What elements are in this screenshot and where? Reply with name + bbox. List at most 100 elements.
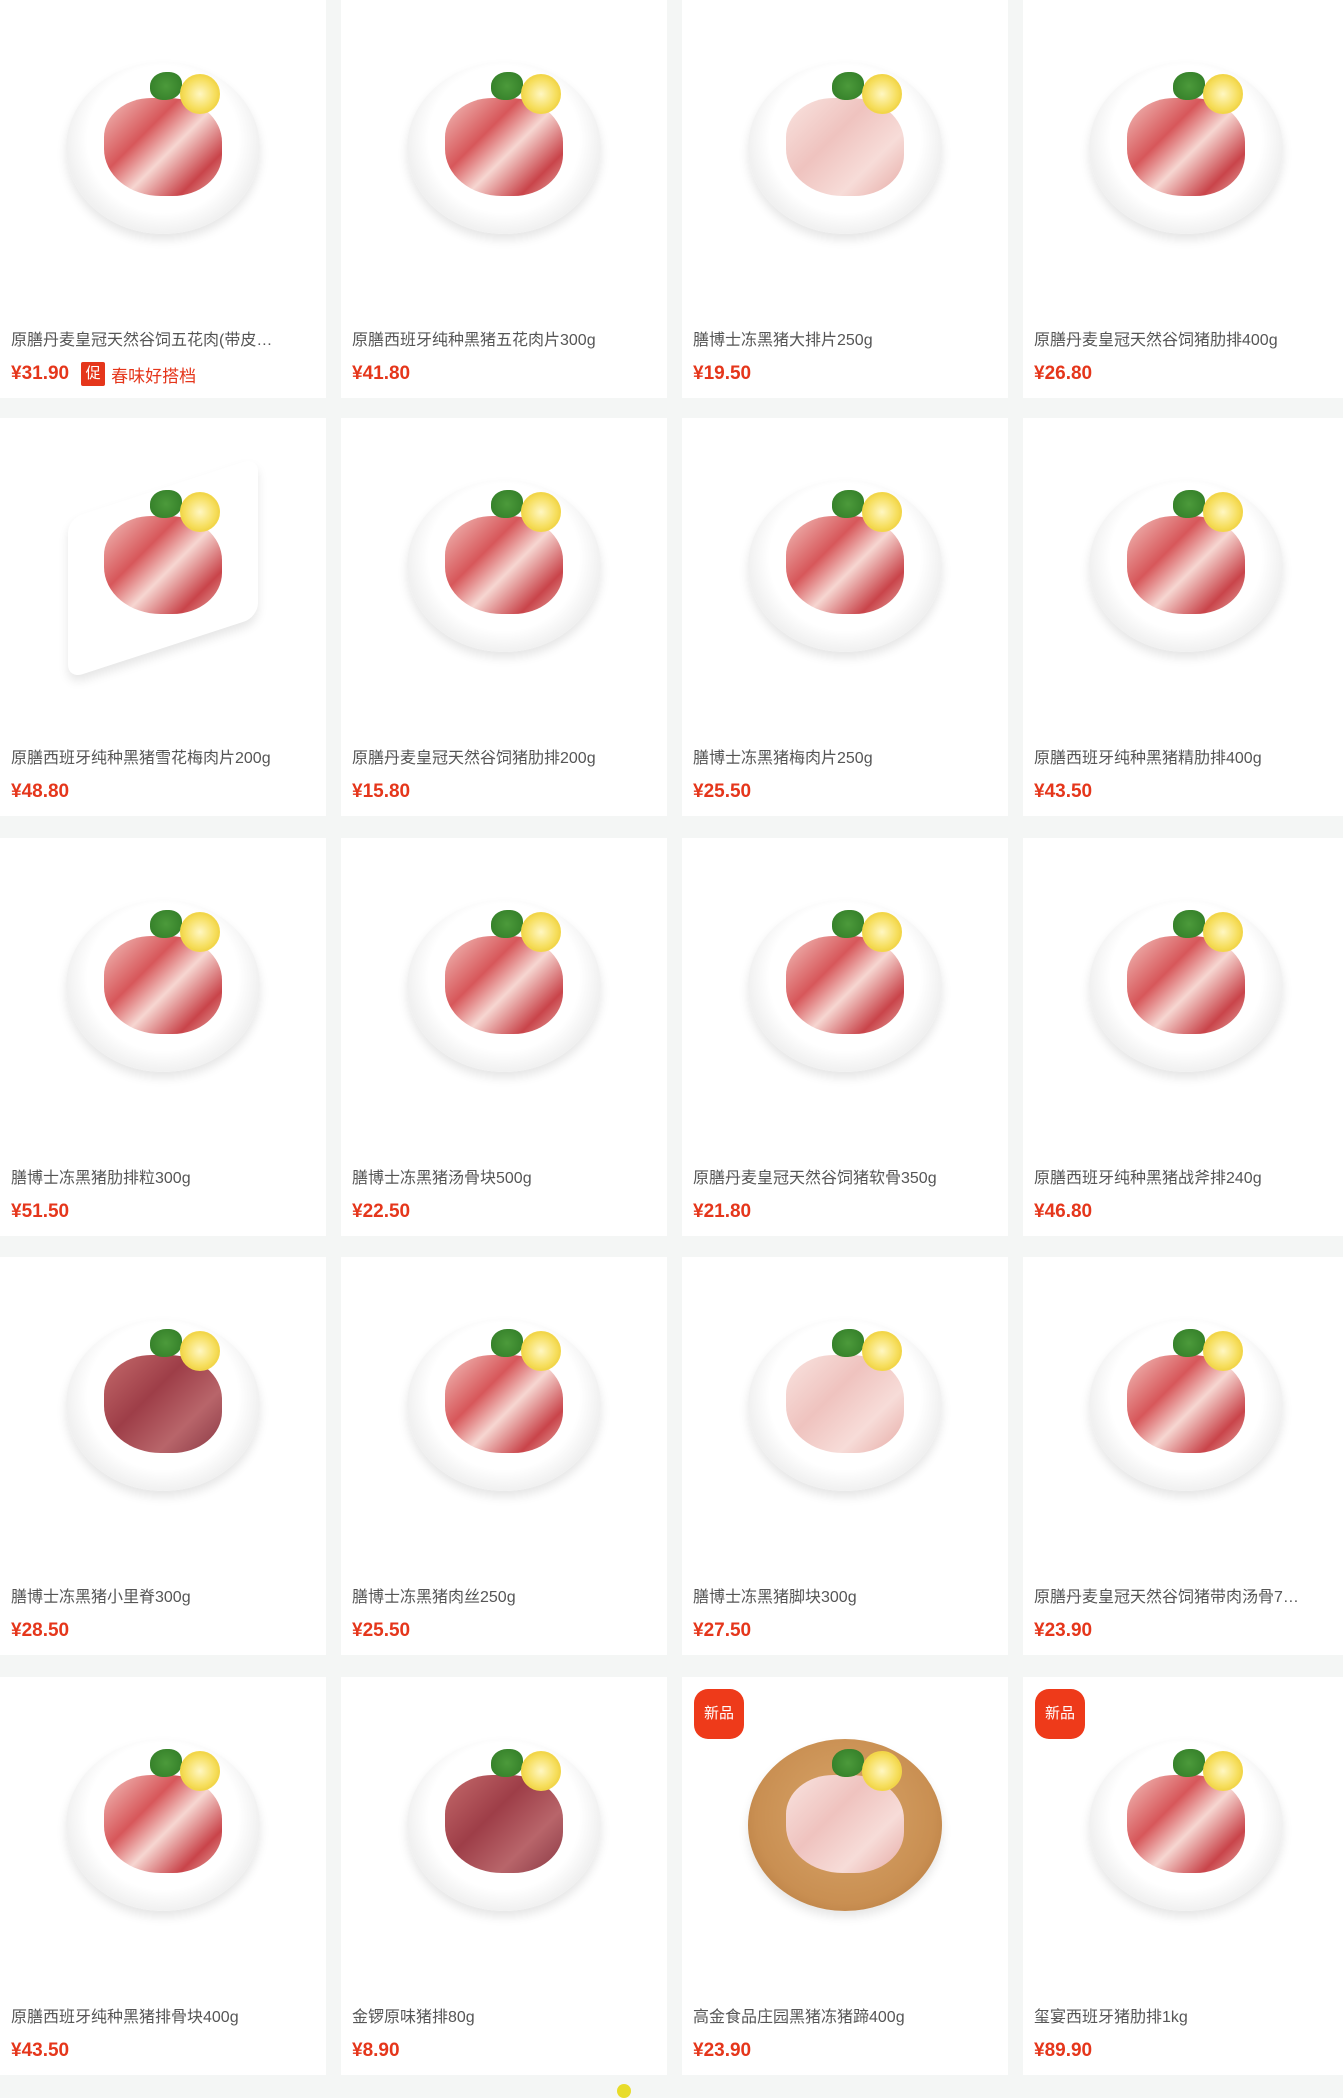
product-card[interactable]: 膳博士冻黑猪脚块300g ¥27.50 [682,1257,1008,1655]
price-row: ¥23.90 [693,2039,751,2063]
product-title[interactable]: 原膳西班牙纯种黑猪排骨块400g [11,2007,317,2029]
product-title[interactable]: 高金食品庄园黑猪冻猪蹄400g [693,2007,999,2029]
product-image[interactable] [682,838,1008,1158]
herb-garnish-icon [150,490,182,518]
product-card[interactable]: 原膳西班牙纯种黑猪精肋排400g ¥43.50 [1023,418,1343,816]
product-title[interactable]: 原膳丹麦皇冠天然谷饲猪肋排400g [1034,330,1340,352]
product-title[interactable]: 原膳西班牙纯种黑猪战斧排240g [1034,1168,1340,1190]
product-card[interactable]: 原膳丹麦皇冠天然谷饲猪带肉汤骨7… ¥23.90 [1023,1257,1343,1655]
lemon-slice-icon [521,1751,561,1791]
product-card[interactable]: 膳博士冻黑猪汤骨块500g ¥22.50 [341,838,667,1236]
product-price: ¥23.90 [693,2040,752,2061]
lemon-slice-icon [521,1331,561,1371]
price-row: ¥31.90 促春味好搭档 [11,362,196,386]
product-card[interactable]: 原膳西班牙纯种黑猪雪花梅肉片200g ¥48.80 [0,418,326,816]
product-title[interactable]: 原膳丹麦皇冠天然谷饲猪带肉汤骨7… [1034,1587,1340,1609]
product-image[interactable] [0,838,326,1158]
product-price: ¥22.50 [352,1201,411,1222]
herb-garnish-icon [1173,490,1205,518]
product-title[interactable]: 原膳西班牙纯种黑猪五花肉片300g [352,330,658,352]
product-card[interactable]: 金锣原味猪排80g ¥8.90 [341,1677,667,2075]
product-card[interactable]: 原膳西班牙纯种黑猪五花肉片300g ¥41.80 [341,0,667,398]
product-title[interactable]: 原膳丹麦皇冠天然谷饲五花肉(带皮… [11,330,317,352]
product-card[interactable]: 膳博士冻黑猪肉丝250g ¥25.50 [341,1257,667,1655]
lemon-slice-icon [180,912,220,952]
product-card[interactable]: 原膳丹麦皇冠天然谷饲五花肉(带皮… ¥31.90 促春味好搭档 [0,0,326,398]
herb-garnish-icon [491,72,523,100]
product-title[interactable]: 膳博士冻黑猪小里脊300g [11,1587,317,1609]
herb-garnish-icon [150,910,182,938]
product-price: ¥21.80 [693,1201,752,1222]
product-image[interactable] [341,1257,667,1577]
product-card[interactable]: 膳博士冻黑猪大排片250g ¥19.50 [682,0,1008,398]
product-card[interactable]: 膳博士冻黑猪小里脊300g ¥28.50 [0,1257,326,1655]
herb-garnish-icon [491,1329,523,1357]
product-title[interactable]: 膳博士冻黑猪汤骨块500g [352,1168,658,1190]
lemon-slice-icon [180,74,220,114]
product-title[interactable]: 原膳丹麦皇冠天然谷饲猪软骨350g [693,1168,999,1190]
product-card[interactable]: 新品高金食品庄园黑猪冻猪蹄400g ¥23.90 [682,1677,1008,2075]
product-title[interactable]: 膳博士冻黑猪肉丝250g [352,1587,658,1609]
product-card[interactable]: 原膳西班牙纯种黑猪排骨块400g ¥43.50 [0,1677,326,2075]
lemon-slice-icon [862,492,902,532]
product-card[interactable]: 原膳丹麦皇冠天然谷饲猪肋排400g ¥26.80 [1023,0,1343,398]
loading-indicator [617,2084,631,2098]
product-price: ¥19.50 [693,363,752,384]
price-row: ¥25.50 [352,1619,410,1643]
product-image[interactable] [341,838,667,1158]
product-price: ¥26.80 [1034,363,1093,384]
promotion[interactable]: 促春味好搭档 [81,362,196,387]
product-image[interactable] [1023,418,1343,738]
product-title[interactable]: 膳博士冻黑猪脚块300g [693,1587,999,1609]
product-title[interactable]: 原膳西班牙纯种黑猪精肋排400g [1034,748,1340,770]
product-image[interactable] [1023,838,1343,1158]
herb-garnish-icon [832,910,864,938]
herb-garnish-icon [1173,72,1205,100]
product-price: ¥15.80 [352,781,411,802]
new-product-badge: 新品 [694,1689,744,1739]
product-title[interactable]: 原膳丹麦皇冠天然谷饲猪肋排200g [352,748,658,770]
product-price: ¥28.50 [11,1620,70,1641]
herb-garnish-icon [491,490,523,518]
product-image[interactable] [341,418,667,738]
product-title[interactable]: 玺宴西班牙猪肋排1kg [1034,2007,1340,2029]
product-image[interactable] [682,0,1008,320]
product-image[interactable] [341,1677,667,1997]
product-price: ¥48.80 [11,781,70,802]
product-image[interactable] [0,0,326,320]
product-title[interactable]: 金锣原味猪排80g [352,2007,658,2029]
product-title[interactable]: 膳博士冻黑猪肋排粒300g [11,1168,317,1190]
product-title[interactable]: 膳博士冻黑猪大排片250g [693,330,999,352]
product-image[interactable] [682,418,1008,738]
product-price: ¥51.50 [11,1201,70,1222]
product-image[interactable] [0,1257,326,1577]
product-card[interactable]: 膳博士冻黑猪肋排粒300g ¥51.50 [0,838,326,1236]
product-card[interactable]: 原膳丹麦皇冠天然谷饲猪肋排200g ¥15.80 [341,418,667,816]
product-image[interactable] [341,0,667,320]
price-row: ¥21.80 [693,1200,751,1224]
product-image[interactable] [1023,0,1343,320]
herb-garnish-icon [832,1329,864,1357]
product-price: ¥8.90 [352,2040,400,2061]
lemon-slice-icon [862,1331,902,1371]
price-row: ¥23.90 [1034,1619,1092,1643]
price-row: ¥89.90 [1034,2039,1092,2063]
lemon-slice-icon [521,912,561,952]
herb-garnish-icon [491,1749,523,1777]
product-card[interactable]: 膳博士冻黑猪梅肉片250g ¥25.50 [682,418,1008,816]
price-row: ¥41.80 [352,362,410,386]
product-card[interactable]: 原膳丹麦皇冠天然谷饲猪软骨350g ¥21.80 [682,838,1008,1236]
product-card[interactable]: 新品 玺宴西班牙猪肋排1kg ¥89.90 [1023,1677,1343,2075]
herb-garnish-icon [1173,1749,1205,1777]
product-image[interactable] [0,418,326,738]
product-price: ¥31.90 [11,363,70,384]
product-card[interactable]: 原膳西班牙纯种黑猪战斧排240g ¥46.80 [1023,838,1343,1236]
product-title[interactable]: 原膳西班牙纯种黑猪雪花梅肉片200g [11,748,317,770]
price-row: ¥19.50 [693,362,751,386]
lemon-slice-icon [521,492,561,532]
herb-garnish-icon [150,1329,182,1357]
product-image[interactable] [0,1677,326,1997]
product-image[interactable] [682,1257,1008,1577]
product-image[interactable] [1023,1257,1343,1577]
product-title[interactable]: 膳博士冻黑猪梅肉片250g [693,748,999,770]
